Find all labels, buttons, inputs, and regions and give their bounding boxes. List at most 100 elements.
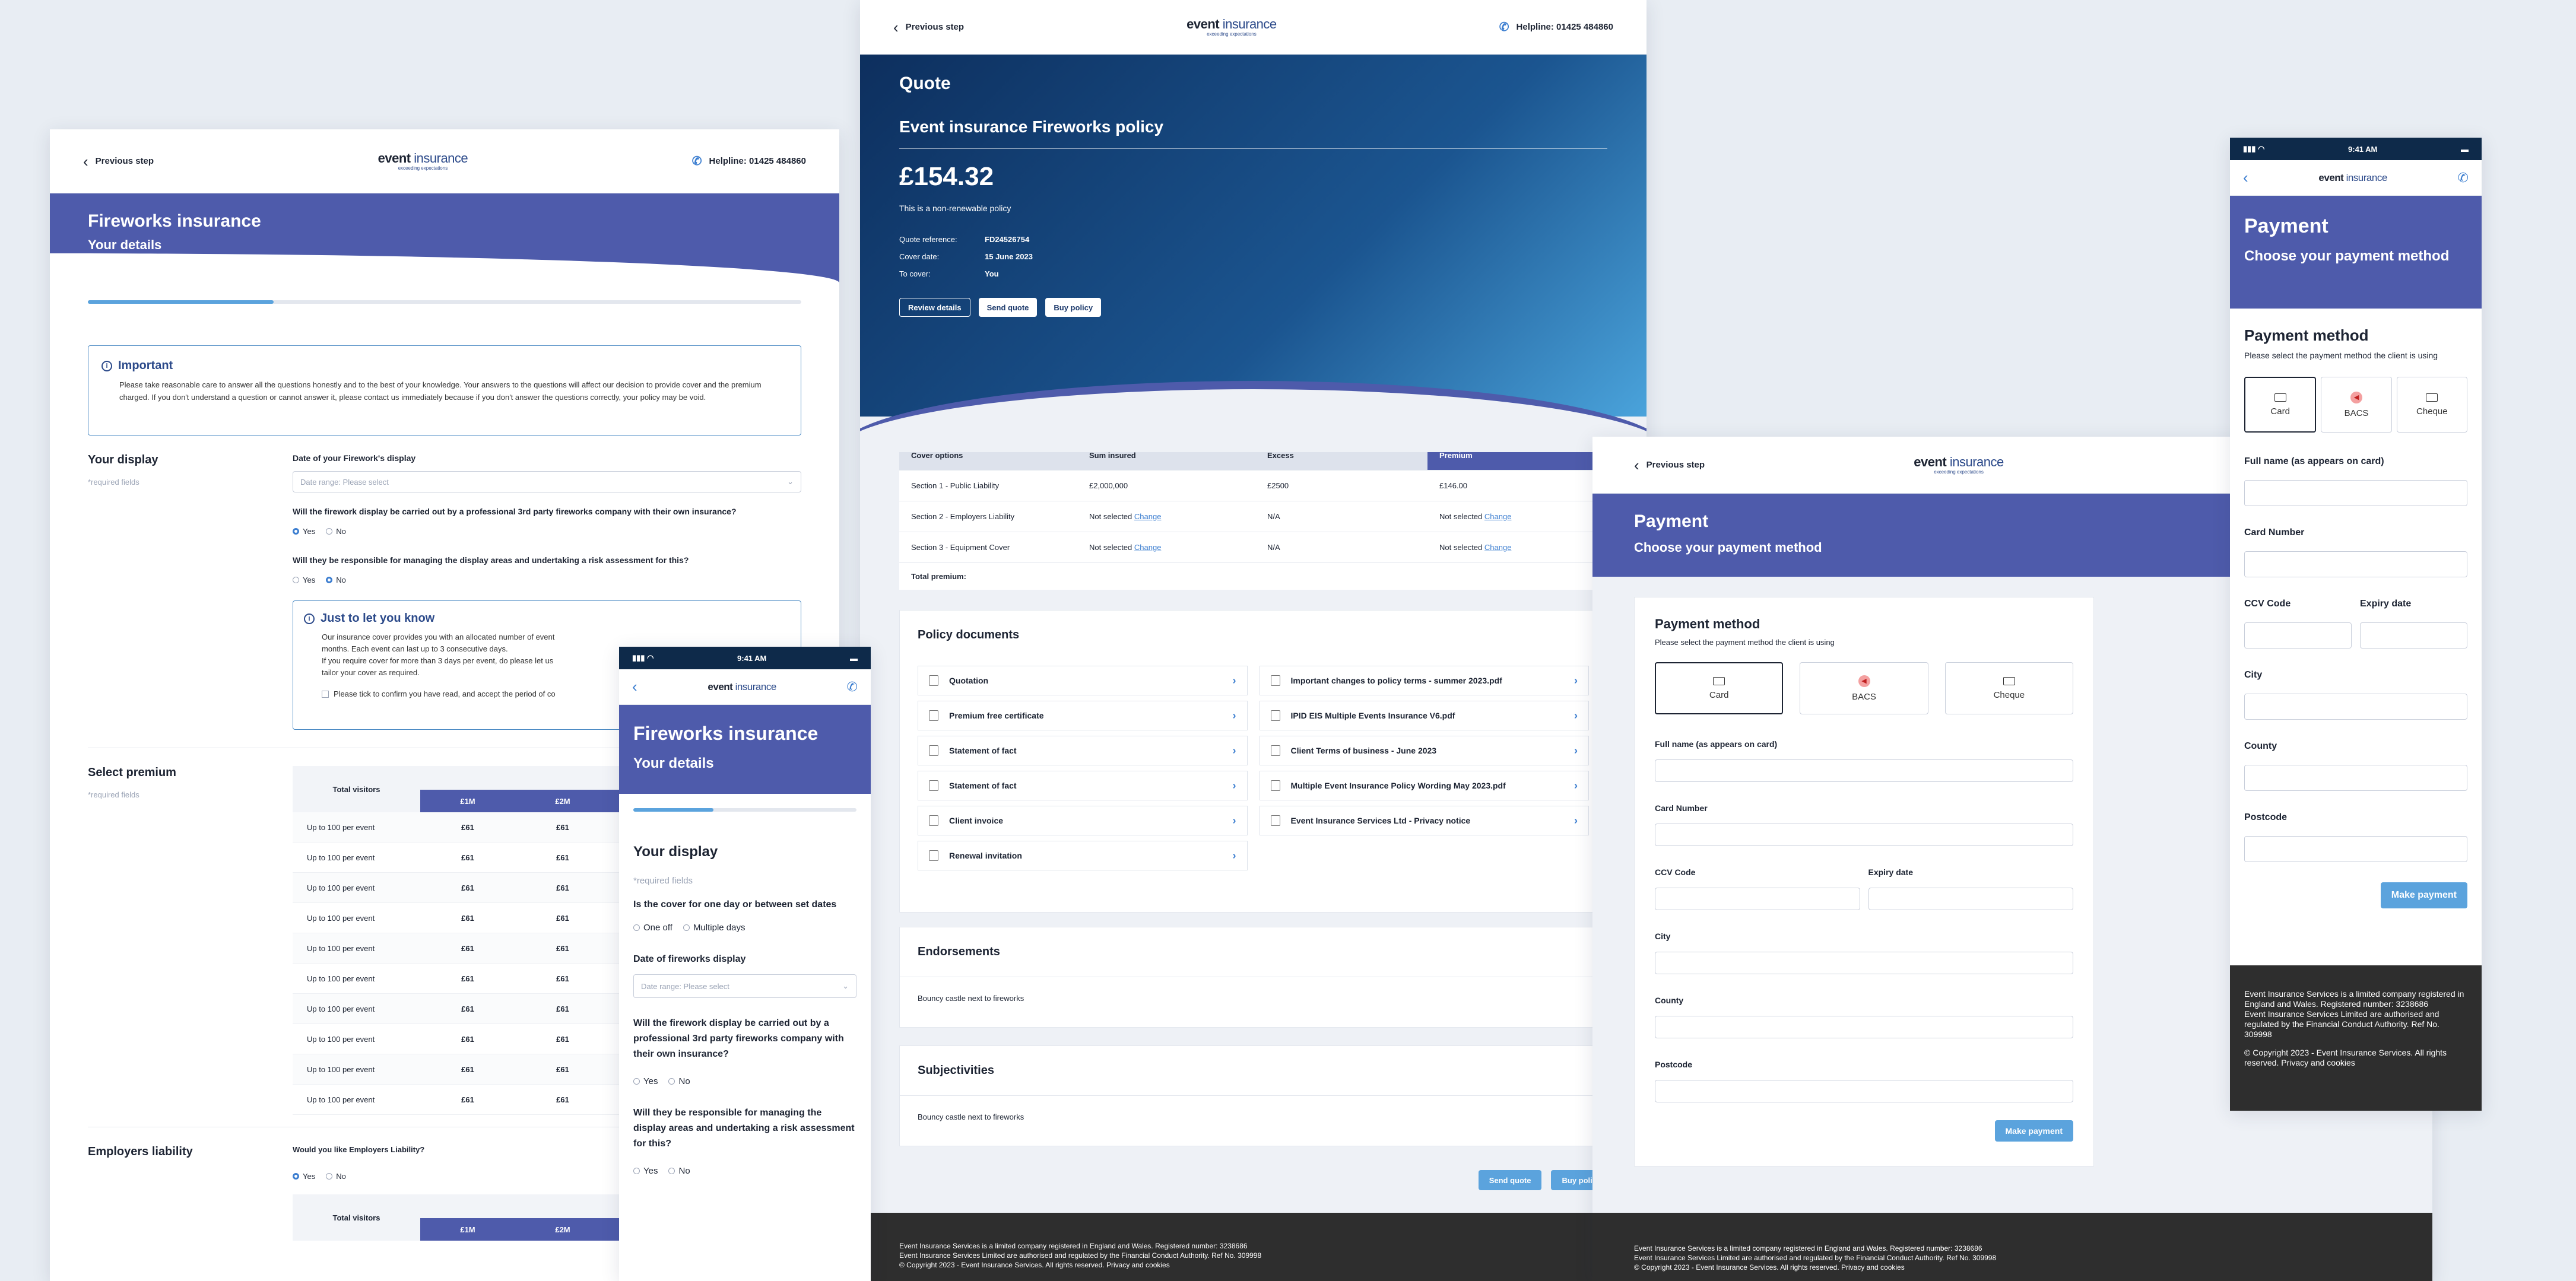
- radio-yes-3[interactable]: Yes: [293, 1172, 315, 1181]
- change-link[interactable]: Change: [1134, 543, 1162, 552]
- signal-icon: ▮▮▮ ◠: [2243, 144, 2265, 153]
- previous-step-link[interactable]: ‹ Previous step: [1634, 457, 1705, 473]
- radio-yes-2[interactable]: Yes: [633, 1166, 658, 1176]
- premium-cell[interactable]: £61: [420, 823, 515, 832]
- ccv-field[interactable]: [1655, 888, 1860, 910]
- footer-line[interactable]: © Copyright 2023 - Event Insurance Servi…: [1634, 1263, 2391, 1272]
- make-payment-button[interactable]: Make payment: [2380, 882, 2467, 908]
- premium-cell[interactable]: £61: [515, 823, 610, 832]
- chevron-left-icon[interactable]: ‹: [632, 678, 637, 696]
- name-field[interactable]: [2244, 480, 2467, 506]
- premium-cell[interactable]: £61: [515, 1095, 610, 1104]
- card-option[interactable]: Card: [1655, 662, 1784, 714]
- document-link[interactable]: Premium free certificate ›: [918, 701, 1248, 730]
- change-link[interactable]: Change: [1484, 543, 1512, 552]
- send-quote-button-bottom[interactable]: Send quote: [1478, 1170, 1542, 1190]
- radio-yes[interactable]: Yes: [293, 527, 315, 536]
- document-link[interactable]: Event Insurance Services Ltd - Privacy n…: [1259, 806, 1589, 835]
- premium-cell[interactable]: £61: [515, 944, 610, 953]
- radio-yes-2[interactable]: Yes: [293, 576, 315, 584]
- premium-cell[interactable]: £61: [515, 883, 610, 892]
- document-link[interactable]: Renewal invitation ›: [918, 841, 1248, 870]
- city-field[interactable]: [1655, 952, 2073, 974]
- question-risk: Will they be responsible for managing th…: [293, 555, 689, 565]
- document-link[interactable]: Multiple Event Insurance Policy Wording …: [1259, 771, 1589, 800]
- premium-cell[interactable]: £61: [420, 914, 515, 923]
- expiry-field[interactable]: [1868, 888, 2073, 910]
- premium-cell[interactable]: £61: [420, 1035, 515, 1044]
- privacy-link[interactable]: Privacy and cookies: [2281, 1058, 2355, 1067]
- confirm-checkbox[interactable]: [322, 691, 329, 698]
- previous-step-link[interactable]: ‹ Previous step: [893, 20, 964, 35]
- logo[interactable]: event insurance: [2318, 173, 2387, 183]
- radio-no[interactable]: No: [668, 1076, 690, 1086]
- bacs-option[interactable]: ◀ BACS: [2321, 377, 2392, 433]
- required-note: *required fields: [88, 790, 139, 799]
- document-link[interactable]: Statement of fact ›: [918, 736, 1248, 765]
- postcode-field[interactable]: [1655, 1080, 2073, 1102]
- radio-one-off[interactable]: One off: [633, 923, 672, 933]
- document-link[interactable]: IPID EIS Multiple Events Insurance V6.pd…: [1259, 701, 1589, 730]
- make-payment-button[interactable]: Make payment: [1994, 1120, 2073, 1142]
- postcode-field[interactable]: [2244, 836, 2467, 862]
- premium-cell[interactable]: £61: [515, 853, 610, 862]
- buy-policy-button[interactable]: Buy policy: [1045, 298, 1102, 317]
- document-link[interactable]: Quotation ›: [918, 666, 1248, 695]
- premium-cell[interactable]: £61: [420, 974, 515, 983]
- card-number-field[interactable]: [1655, 824, 2073, 846]
- premium-cell[interactable]: £61: [420, 1095, 515, 1104]
- premium-cell[interactable]: £61: [420, 853, 515, 862]
- county-field[interactable]: [1655, 1016, 2073, 1038]
- document-link[interactable]: Client Terms of business - June 2023 ›: [1259, 736, 1589, 765]
- cheque-option[interactable]: Cheque: [2396, 377, 2467, 433]
- change-link[interactable]: Change: [1134, 512, 1162, 521]
- logo[interactable]: event insurance exceeding expectations: [1914, 455, 2004, 475]
- date-select[interactable]: Date range: Please select ⌄: [293, 471, 801, 492]
- document-link[interactable]: Important changes to policy terms - summ…: [1259, 666, 1589, 695]
- previous-step-link[interactable]: ‹ Previous step: [83, 154, 154, 169]
- radio-multiple[interactable]: Multiple days: [683, 923, 745, 933]
- change-link[interactable]: Change: [1484, 512, 1512, 521]
- footer-line[interactable]: © Copyright 2023 - Event Insurance Servi…: [899, 1260, 1607, 1270]
- logo[interactable]: event insurance exceeding expectations: [378, 151, 468, 171]
- ccv-field[interactable]: [2244, 622, 2352, 649]
- name-field[interactable]: [1655, 759, 2073, 782]
- phone-icon[interactable]: ✆: [847, 679, 858, 695]
- radio-yes[interactable]: Yes: [633, 1076, 658, 1086]
- radio-no-2[interactable]: No: [326, 576, 346, 584]
- premium-cell[interactable]: £61: [420, 883, 515, 892]
- premium-cell[interactable]: £61: [515, 914, 610, 923]
- helpline[interactable]: ✆ Helpline: 01425 484860: [692, 154, 806, 169]
- document-link[interactable]: Client invoice ›: [918, 806, 1248, 835]
- premium-cell[interactable]: £61: [515, 1065, 610, 1074]
- city-field[interactable]: [2244, 694, 2467, 720]
- premium-cell[interactable]: £61: [420, 1005, 515, 1013]
- radio-no[interactable]: No: [326, 527, 346, 536]
- card-number-field[interactable]: [2244, 551, 2467, 577]
- document-name: Multiple Event Insurance Policy Wording …: [1290, 781, 1506, 790]
- premium-cell[interactable]: £61: [515, 1005, 610, 1013]
- logo[interactable]: event insurance: [708, 682, 776, 692]
- premium-cell[interactable]: £61: [515, 974, 610, 983]
- date-select[interactable]: Date range: Please select ⌄: [633, 974, 856, 998]
- logo-accent: insurance: [2346, 172, 2388, 183]
- chevron-left-icon[interactable]: ‹: [2243, 169, 2248, 187]
- county-field[interactable]: [2244, 765, 2467, 791]
- radio-no-2[interactable]: No: [668, 1166, 690, 1176]
- card-option[interactable]: Card: [2244, 377, 2317, 433]
- premium-cell[interactable]: £61: [420, 944, 515, 953]
- col-1m: £1M: [460, 1225, 475, 1234]
- document-link[interactable]: Statement of fact ›: [918, 771, 1248, 800]
- bacs-option[interactable]: ◀ BACS: [1800, 662, 1928, 714]
- send-quote-button[interactable]: Send quote: [978, 298, 1038, 317]
- premium-cell[interactable]: £61: [420, 1065, 515, 1074]
- logo[interactable]: event insurance exceeding expectations: [1187, 17, 1277, 37]
- expiry-field[interactable]: [2360, 622, 2467, 649]
- radio-no-3[interactable]: No: [326, 1172, 346, 1181]
- phone-icon[interactable]: ✆: [2458, 170, 2469, 186]
- helpline[interactable]: ✆ Helpline: 01425 484860: [1499, 20, 1613, 34]
- cheque-option[interactable]: Cheque: [1944, 662, 2073, 714]
- premium-cell[interactable]: £61: [515, 1035, 610, 1044]
- review-details-button[interactable]: Review details: [899, 298, 970, 317]
- visitors-cell: Up to 100 per event: [307, 853, 375, 862]
